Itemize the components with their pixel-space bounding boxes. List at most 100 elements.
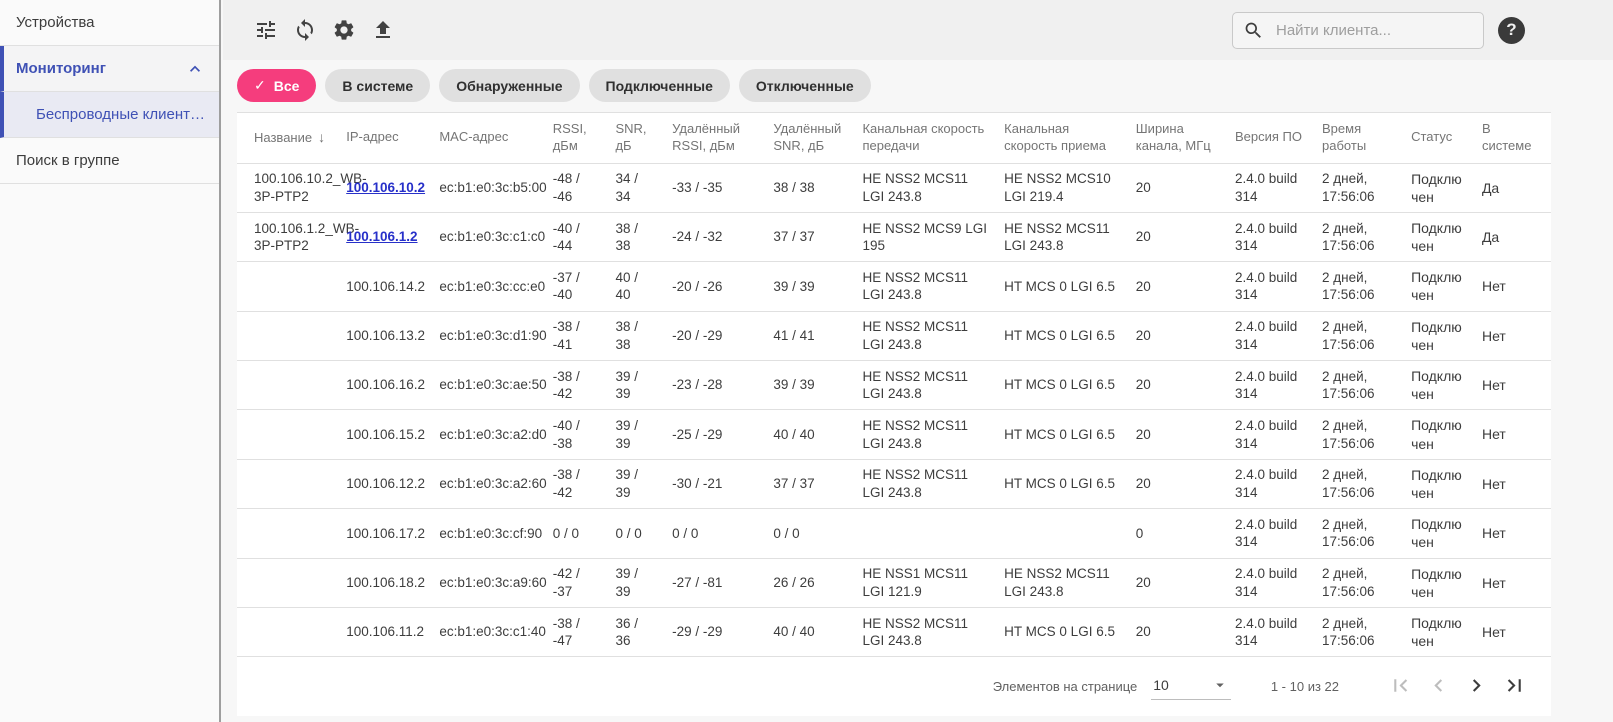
cell-channel-width: 20: [1128, 607, 1227, 656]
upload-button[interactable]: [371, 18, 395, 42]
cell-remote-rssi: -25 / -29: [664, 410, 765, 459]
cell-rssi: -48 / -46: [545, 163, 608, 212]
column-header-name[interactable]: Название↓: [237, 113, 338, 163]
previous-page-button[interactable]: [1419, 668, 1457, 706]
cell-in-system: Нет: [1474, 459, 1551, 508]
cell-uptime: 2 дней, 17:56:06: [1314, 212, 1403, 261]
column-header-rssi[interactable]: RSSI, дБм: [545, 113, 608, 163]
column-header-fw-version[interactable]: Версия ПО: [1227, 113, 1314, 163]
column-header-remote-rssi[interactable]: Удалённый RSSI, дБм: [664, 113, 765, 163]
settings-button[interactable]: [332, 18, 356, 42]
cell-fw-version: 2.4.0 build 314: [1227, 459, 1314, 508]
help-button[interactable]: ?: [1498, 17, 1525, 44]
cell-remote-rssi: 0 / 0: [664, 509, 765, 558]
cell-name: 100.106.1.2_WB-3P-PTP2: [237, 212, 338, 261]
chip-connected[interactable]: Подключенные: [589, 69, 730, 102]
cell-remote-rssi: -24 / -32: [664, 212, 765, 261]
sidebar-item-monitoring[interactable]: Мониторинг: [0, 46, 219, 92]
cell-uptime: 2 дней, 17:56:06: [1314, 361, 1403, 410]
clients-table: Название↓ IP-адрес MAC-адрес RSSI, дБм S…: [237, 113, 1551, 657]
cell-uptime: 2 дней, 17:56:06: [1314, 459, 1403, 508]
cell-status: Подключен: [1403, 459, 1474, 508]
cell-channel-width: 20: [1128, 212, 1227, 261]
settings-gear-icon: [332, 18, 356, 42]
cell-tx-rate: HE NSS2 MCS11 LGI 243.8: [854, 262, 996, 311]
table-row: 100.106.16.2 ec:b1:e0:3c:ae:50 -38 / -42…: [237, 361, 1551, 410]
cell-uptime: 2 дней, 17:56:06: [1314, 410, 1403, 459]
cell-mac: ec:b1:e0:3c:b5:00: [431, 163, 544, 212]
chip-label: Все: [274, 78, 300, 94]
cell-name: [237, 361, 338, 410]
tune-filter-icon: [254, 18, 278, 42]
cell-fw-version: 2.4.0 build 314: [1227, 607, 1314, 656]
cell-in-system: Нет: [1474, 262, 1551, 311]
chip-disconnected[interactable]: Отключенные: [739, 69, 871, 102]
first-page-button[interactable]: [1381, 668, 1419, 706]
cell-rx-rate: HT MCS 0 LGI 6.5: [996, 361, 1128, 410]
cell-status: Подключен: [1403, 361, 1474, 410]
table-row: 100.106.10.2_WB-3P-PTP2 100.106.10.2 ec:…: [237, 163, 1551, 212]
chip-discovered[interactable]: Обнаруженные: [439, 69, 579, 102]
cell-remote-snr: 39 / 39: [765, 262, 854, 311]
search-box[interactable]: [1232, 12, 1484, 49]
cell-status: Подключен: [1403, 410, 1474, 459]
cell-remote-snr: 40 / 40: [765, 607, 854, 656]
cell-in-system: Да: [1474, 212, 1551, 261]
sidebar-item-devices[interactable]: Устройства: [0, 0, 219, 46]
page-size-select[interactable]: 10: [1151, 673, 1231, 700]
column-header-mac[interactable]: MAC-адрес: [431, 113, 544, 163]
column-header-remote-snr[interactable]: Удалённый SNR, дБ: [765, 113, 854, 163]
column-header-channel-width[interactable]: Ширина канала, МГц: [1128, 113, 1227, 163]
cell-fw-version: 2.4.0 build 314: [1227, 558, 1314, 607]
cell-ip: 100.106.18.2: [338, 558, 431, 607]
column-header-tx-rate[interactable]: Канальная скорость передачи: [854, 113, 996, 163]
cell-remote-rssi: -33 / -35: [664, 163, 765, 212]
sidebar-item-group-search[interactable]: Поиск в группе: [0, 138, 219, 184]
search-input[interactable]: [1276, 22, 1473, 39]
cell-rx-rate: HT MCS 0 LGI 6.5: [996, 459, 1128, 508]
cell-tx-rate: HE NSS2 MCS11 LGI 243.8: [854, 459, 996, 508]
cell-in-system: Нет: [1474, 607, 1551, 656]
column-header-in-system[interactable]: В системе: [1474, 113, 1551, 163]
column-header-snr[interactable]: SNR, дБ: [607, 113, 664, 163]
cell-rssi: -38 / -41: [545, 311, 608, 360]
last-page-button[interactable]: [1495, 668, 1533, 706]
chip-all[interactable]: ✓ Все: [237, 69, 316, 102]
refresh-button[interactable]: [293, 18, 317, 42]
cell-fw-version: 2.4.0 build 314: [1227, 509, 1314, 558]
cell-channel-width: 20: [1128, 311, 1227, 360]
chip-in-system[interactable]: В системе: [325, 69, 430, 102]
cell-mac: ec:b1:e0:3c:a9:60: [431, 558, 544, 607]
column-header-ip[interactable]: IP-адрес: [338, 113, 431, 163]
column-header-uptime[interactable]: Время работы: [1314, 113, 1403, 163]
cell-mac: ec:b1:e0:3c:cf:90: [431, 509, 544, 558]
table-header-row: Название↓ IP-адрес MAC-адрес RSSI, дБм S…: [237, 113, 1551, 163]
cell-channel-width: 20: [1128, 558, 1227, 607]
cell-channel-width: 20: [1128, 459, 1227, 508]
cell-ip: 100.106.12.2: [338, 459, 431, 508]
next-page-button[interactable]: [1457, 668, 1495, 706]
cell-status: Подключен: [1403, 163, 1474, 212]
chevron-up-icon: [185, 59, 205, 79]
help-icon: ?: [1506, 20, 1516, 40]
page-size-value: 10: [1153, 677, 1169, 693]
sidebar-item-wireless-clients[interactable]: Беспроводные клиент…: [0, 92, 219, 138]
filter-settings-button[interactable]: [254, 18, 278, 42]
cell-remote-rssi: -23 / -28: [664, 361, 765, 410]
cell-mac: ec:b1:e0:3c:a2:60: [431, 459, 544, 508]
cell-fw-version: 2.4.0 build 314: [1227, 311, 1314, 360]
paginator: Элементов на странице 10 1 - 10 из 22: [237, 657, 1551, 716]
cell-mac: ec:b1:e0:3c:d1:90: [431, 311, 544, 360]
cell-snr: 36 / 36: [607, 607, 664, 656]
cell-remote-snr: 40 / 40: [765, 410, 854, 459]
cell-status: Подключен: [1403, 509, 1474, 558]
cell-remote-snr: 37 / 37: [765, 212, 854, 261]
column-header-status[interactable]: Статус: [1403, 113, 1474, 163]
cell-snr: 39 / 39: [607, 361, 664, 410]
cell-rssi: -38 / -42: [545, 361, 608, 410]
cell-rx-rate: HE NSS2 MCS10 LGI 219.4: [996, 163, 1128, 212]
chip-label: Обнаруженные: [456, 78, 562, 94]
cell-ip: 100.106.13.2: [338, 311, 431, 360]
column-header-rx-rate[interactable]: Канальная скорость приема: [996, 113, 1128, 163]
refresh-icon: [293, 18, 317, 42]
